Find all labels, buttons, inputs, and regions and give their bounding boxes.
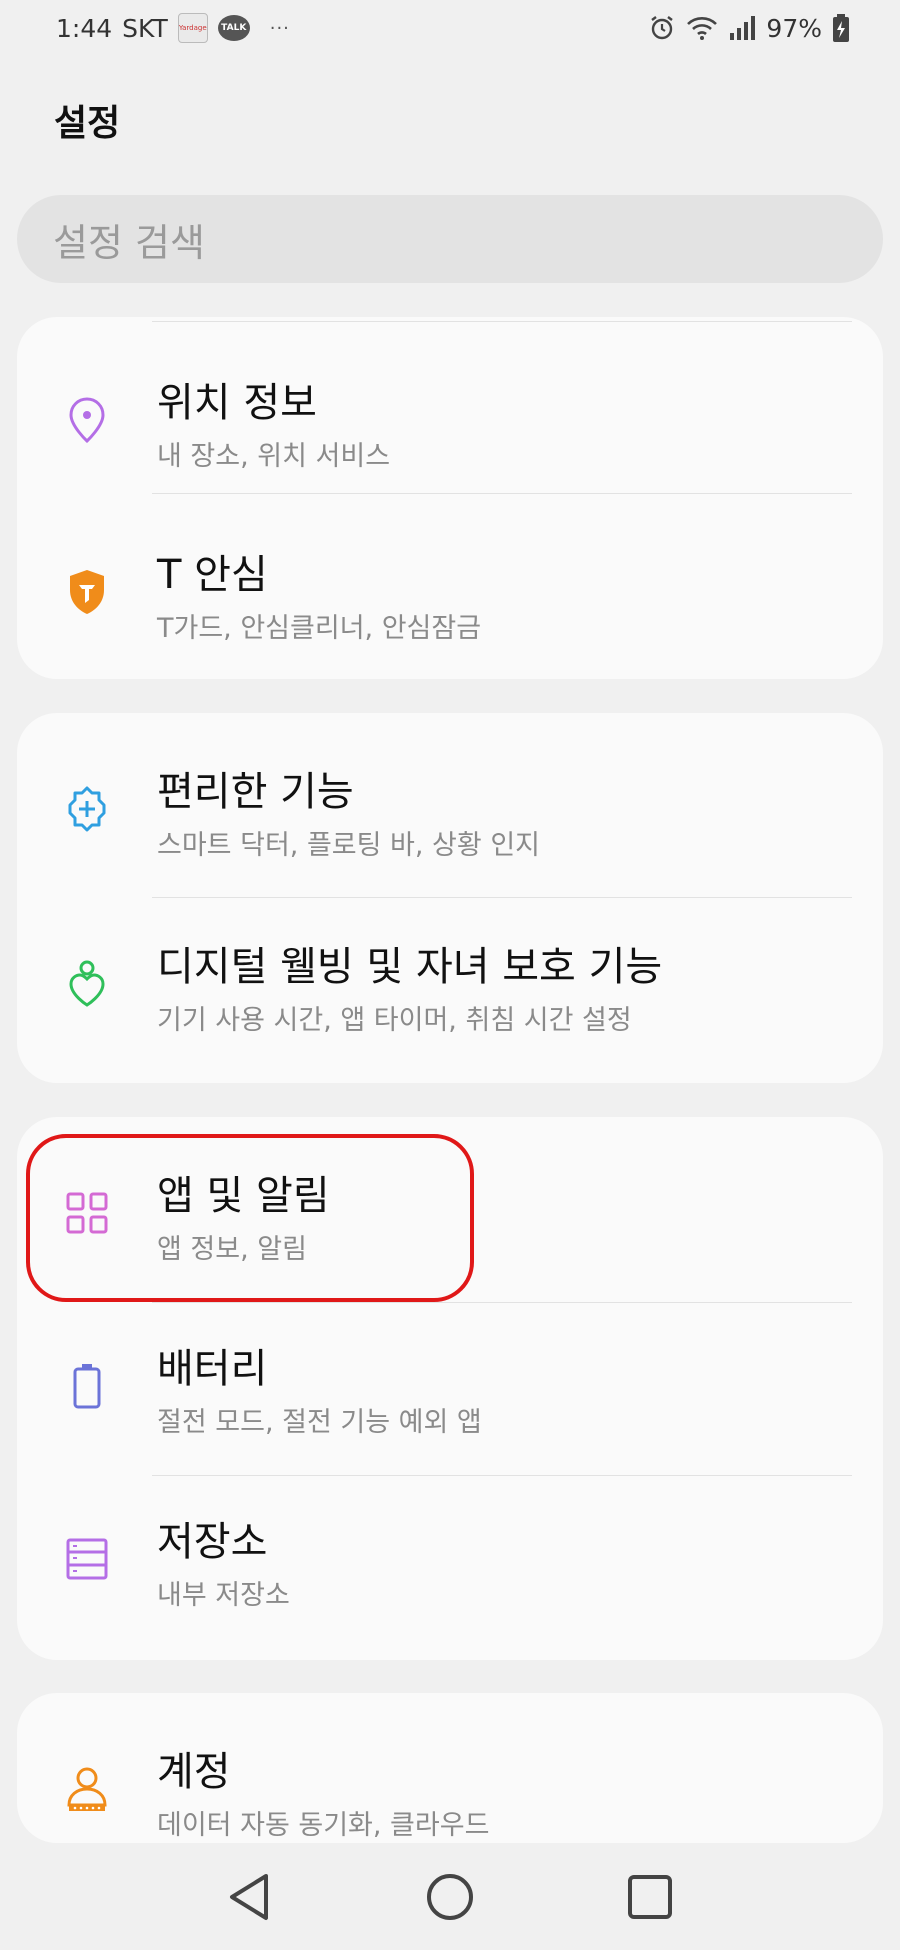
page-title: 설정 [54,103,121,144]
recents-square-icon[interactable] [620,1867,680,1927]
settings-item-account[interactable]: 계정 데이터 자동 동기화, 클라우드 [17,1703,883,1843]
item-title: 편리한 기능 [157,769,354,815]
search-placeholder: 설정 검색 [53,220,205,265]
navigation-bar [0,1843,900,1950]
status-left: 1:44 SKT Yardage TALK ··· [56,13,290,43]
alarm-icon [648,14,676,42]
location-pin-icon [61,394,113,446]
status-right: 97% [648,13,850,43]
apps-grid-icon [61,1187,113,1239]
item-title: 앱 및 알림 [157,1173,330,1219]
item-title: 디지털 웰빙 및 자녀 보호 기능 [157,944,663,990]
item-subtitle: 내 장소, 위치 서비스 [157,441,391,472]
wellbeing-heart-icon [61,958,113,1010]
item-subtitle: 스마트 닥터, 플로팅 바, 상황 인지 [157,830,540,861]
item-title: 계정 [157,1749,231,1795]
wifi-icon [686,14,718,42]
signal-icon [728,15,756,41]
settings-item-apps-notifications[interactable]: 앱 및 알림 앱 정보, 알림 [17,1127,883,1299]
item-title: 저장소 [157,1519,268,1565]
settings-item-t-safety[interactable]: T 안심 T가드, 안심클리너, 안심잠금 [17,506,883,678]
divider [152,493,852,494]
status-time: 1:44 [56,13,113,43]
settings-item-digital-wellbeing[interactable]: 디지털 웰빙 및 자녀 보호 기능 기기 사용 시간, 앱 타이머, 취침 시간… [17,898,883,1070]
settings-card-3: 앱 및 알림 앱 정보, 알림 배터리 절전 모드, 절전 기능 예외 앱 저장… [17,1117,883,1660]
kakaotalk-icon: TALK [217,15,250,41]
divider [152,321,852,322]
item-title: T 안심 [157,552,268,598]
account-person-icon [61,1763,113,1815]
item-subtitle: 데이터 자동 동기화, 클라우드 [157,1810,490,1841]
settings-item-location[interactable]: 위치 정보 내 장소, 위치 서비스 [17,334,883,506]
battery-percent: 97% [766,13,822,43]
settings-card-1: 위치 정보 내 장소, 위치 서비스 T 안심 T가드, 안심클리너, 안심잠금 [17,317,883,679]
item-title: 위치 정보 [157,380,317,426]
settings-item-battery[interactable]: 배터리 절전 모드, 절전 기능 예외 앱 [17,1300,883,1472]
status-carrier: SKT [122,13,168,43]
yardage-app-icon: Yardage [177,13,208,43]
item-subtitle: 기기 사용 시간, 앱 타이머, 취침 시간 설정 [157,1005,632,1036]
status-bar: 1:44 SKT Yardage TALK ··· 97% [0,0,900,56]
item-subtitle: 앱 정보, 알림 [157,1234,307,1265]
search-bar[interactable]: 설정 검색 [17,195,883,283]
settings-card-2: 편리한 기능 스마트 닥터, 플로팅 바, 상황 인지 디지털 웰빙 및 자녀 … [17,713,883,1083]
home-circle-icon[interactable] [420,1867,480,1927]
battery-icon [61,1360,113,1412]
battery-charging-icon [832,13,850,43]
settings-card-4: 계정 데이터 자동 동기화, 클라우드 [17,1693,883,1843]
storage-icon [61,1533,113,1585]
gear-plus-icon [61,783,113,835]
item-subtitle: 절전 모드, 절전 기능 예외 앱 [157,1407,482,1438]
item-subtitle: 내부 저장소 [157,1580,290,1611]
item-subtitle: T가드, 안심클리너, 안심잠금 [157,613,482,644]
item-title: 배터리 [157,1346,268,1392]
settings-item-storage[interactable]: 저장소 내부 저장소 [17,1473,883,1645]
t-safety-shield-icon [61,566,113,618]
more-notifications-icon: ··· [269,17,290,39]
back-triangle-icon[interactable] [220,1867,280,1927]
settings-item-convenience[interactable]: 편리한 기능 스마트 닥터, 플로팅 바, 상황 인지 [17,723,883,895]
